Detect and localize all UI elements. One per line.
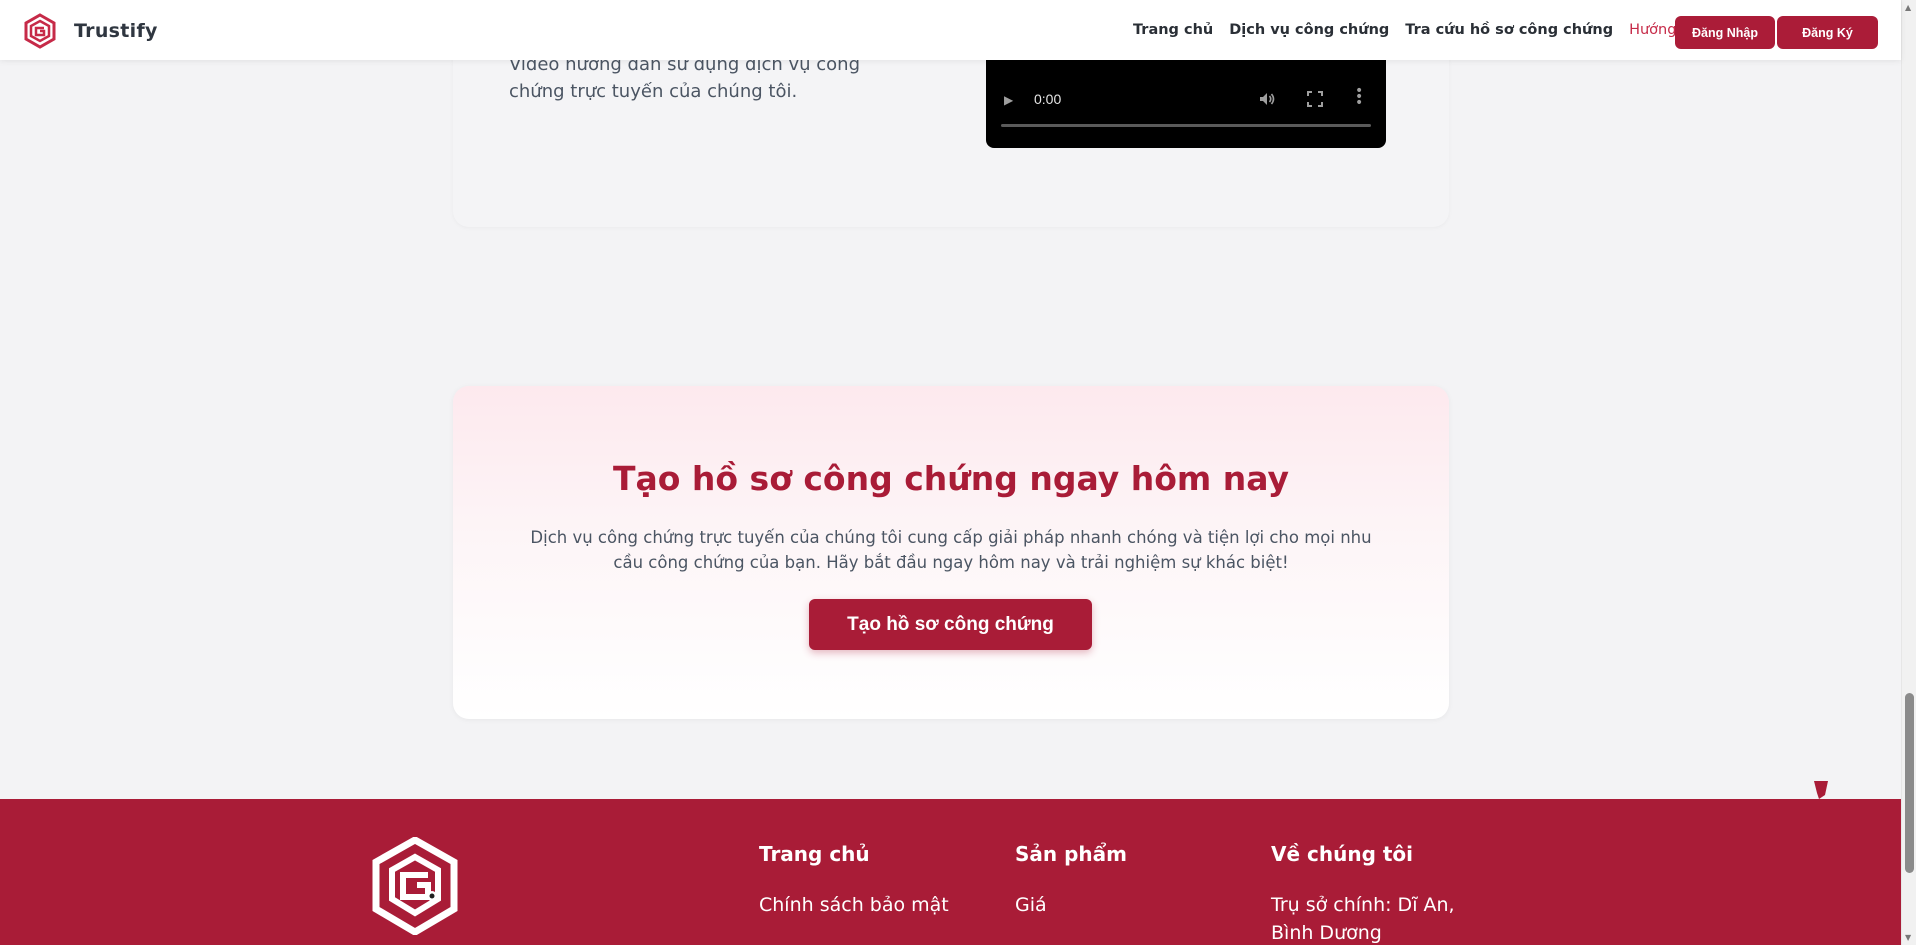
play-icon[interactable]: ▶	[1004, 93, 1013, 107]
cta-title: Tạo hồ sơ công chứng ngay hôm nay	[612, 459, 1290, 498]
nav-home[interactable]: Trang chủ	[1133, 22, 1213, 38]
scrollbar-thumb[interactable]	[1905, 693, 1914, 873]
fullscreen-icon[interactable]	[1307, 91, 1323, 107]
footer-title-home: Trang chủ	[759, 842, 870, 866]
site-footer: Trang chủ Chính sách bảo mật Sản phẩm Gi…	[0, 781, 1901, 945]
video-player[interactable]: ▶ 0:00 • • •	[986, 50, 1386, 148]
decorative-shape-icon	[1814, 781, 1828, 799]
nav-lookup-records[interactable]: Tra cứu hồ sơ công chứng	[1405, 22, 1613, 38]
footer-logo-icon	[372, 837, 458, 935]
page-scrollbar[interactable]: ▲ ▼	[1901, 0, 1916, 945]
scroll-down-arrow-icon[interactable]: ▼	[1905, 933, 1911, 942]
video-time: 0:00	[1034, 91, 1062, 107]
login-button[interactable]: Đăng Nhập	[1675, 16, 1775, 49]
cta-card: Tạo hồ sơ công chứng ngay hôm nay Dịch v…	[453, 386, 1449, 719]
footer-link-privacy[interactable]: Chính sách bảo mật	[759, 891, 949, 919]
nav-notary-services[interactable]: Dịch vụ công chứng	[1229, 22, 1389, 38]
top-navbar: Trustify Trang chủ Dịch vụ công chứng Tr…	[0, 0, 1901, 60]
register-button[interactable]: Đăng Ký	[1777, 16, 1878, 49]
create-record-button[interactable]: Tạo hồ sơ công chứng	[809, 599, 1092, 650]
main-nav: Trang chủ Dịch vụ công chứng Tra cứu hồ …	[1133, 22, 1724, 38]
scroll-up-arrow-icon[interactable]: ▲	[1905, 3, 1911, 12]
footer-title-about: Về chúng tôi	[1271, 842, 1414, 866]
footer-link-pricing[interactable]: Giá	[1015, 891, 1047, 919]
brand-name: Trustify	[74, 20, 158, 42]
volume-icon[interactable]	[1258, 90, 1276, 108]
cta-description: Dịch vụ công chứng trực tuyến của chúng …	[530, 528, 1372, 572]
footer-title-products: Sản phẩm	[1015, 842, 1127, 866]
brand[interactable]: Trustify	[22, 13, 158, 49]
video-progress-bar[interactable]	[1001, 124, 1371, 127]
more-vert-icon[interactable]: • • •	[1355, 84, 1363, 110]
trustify-logo-icon	[24, 13, 56, 49]
footer-address: Trụ sở chính: Dĩ An, Bình Dương	[1271, 894, 1455, 944]
